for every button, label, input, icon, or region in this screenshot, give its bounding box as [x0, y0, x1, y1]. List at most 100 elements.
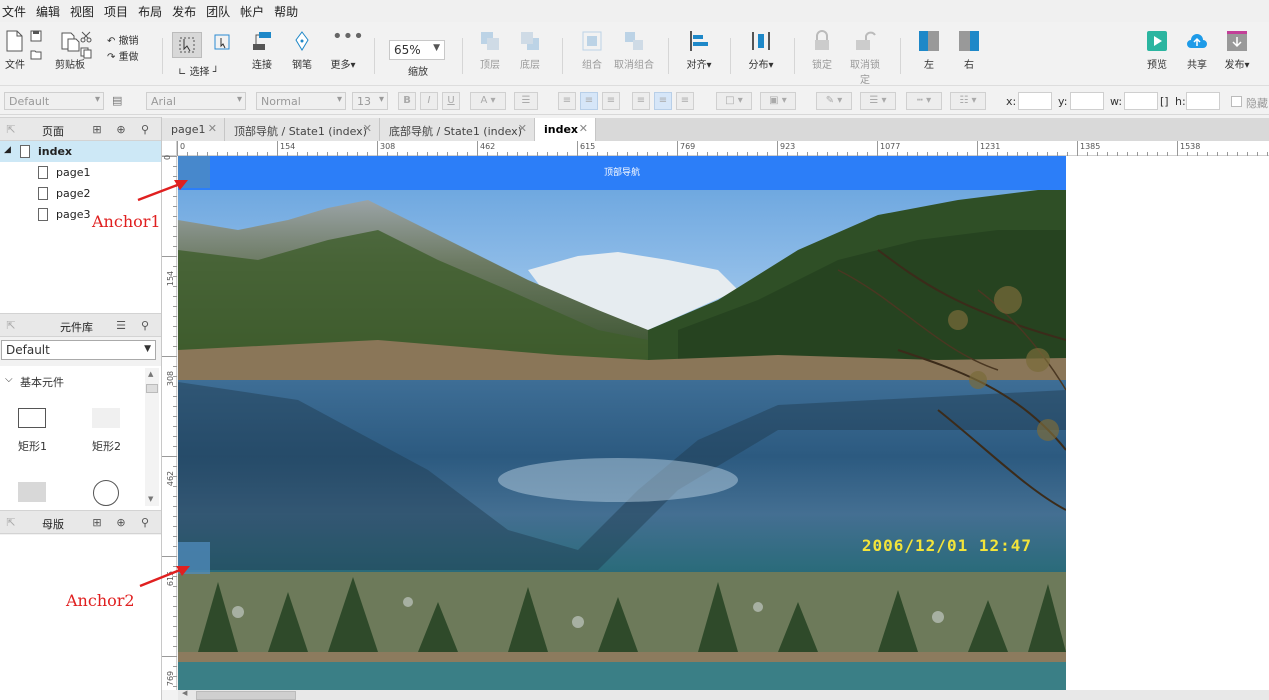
align-right-text-button[interactable]: ≡: [602, 92, 620, 110]
style-select[interactable]: Default: [4, 92, 104, 110]
add-folder-icon[interactable]: ⊕: [114, 123, 128, 137]
top-nav-bar[interactable]: 顶部导航: [178, 156, 1066, 190]
tab-index[interactable]: index ✕: [535, 118, 596, 141]
add-master-icon[interactable]: ⊞: [90, 516, 104, 530]
close-icon[interactable]: ✕: [208, 122, 217, 135]
unlock-button[interactable]: 取消锁定: [846, 30, 884, 86]
menu-publish[interactable]: 发布: [172, 3, 203, 20]
menu-edit[interactable]: 编辑: [36, 3, 67, 20]
w-input[interactable]: [1124, 92, 1158, 110]
menu-help[interactable]: 帮助: [274, 3, 305, 20]
line-width-button[interactable]: ☰ ▾: [860, 92, 896, 110]
connect-button[interactable]: 连接: [250, 30, 274, 71]
scrollbar-thumb[interactable]: [146, 384, 158, 393]
search-icon[interactable]: ⚲: [138, 516, 152, 530]
zoom-select[interactable]: 65% ▼: [389, 40, 445, 60]
shadow-button[interactable]: ▣ ▾: [760, 92, 796, 110]
line-color-button[interactable]: ✎ ▾: [816, 92, 852, 110]
expand-icon[interactable]: ◢: [4, 145, 11, 155]
undo-button[interactable]: ↶ 撤销: [107, 32, 139, 47]
valign-top-button[interactable]: ≡: [632, 92, 650, 110]
redo-button[interactable]: ↷ 重做: [107, 48, 139, 63]
tab-top-nav-state1[interactable]: 顶部导航 / State1 (index) ✕: [225, 118, 380, 141]
bullet-list-button[interactable]: ☰: [514, 92, 538, 110]
tab-bottom-nav-state1[interactable]: 底部导航 / State1 (index) ✕: [380, 118, 535, 141]
fill-color-button[interactable]: □ ▾: [716, 92, 752, 110]
close-icon[interactable]: ✕: [363, 122, 372, 135]
close-icon[interactable]: ✕: [518, 122, 527, 135]
y-input[interactable]: [1070, 92, 1104, 110]
bottom-layer-button[interactable]: 底层: [518, 30, 542, 71]
tab-page1[interactable]: page1 ✕: [162, 118, 225, 141]
text-color-button[interactable]: A ▾: [470, 92, 506, 110]
search-icon[interactable]: ⚲: [138, 319, 152, 333]
underline-button[interactable]: U: [442, 92, 460, 110]
pen-button[interactable]: 钢笔: [290, 30, 314, 71]
menu-file[interactable]: 文件: [2, 3, 33, 20]
tree-item-index[interactable]: ◢ index: [0, 141, 161, 162]
lock-button[interactable]: 锁定: [810, 30, 834, 71]
scrollbar-thumb[interactable]: [196, 691, 296, 700]
more-button[interactable]: ••• 更多▾: [328, 28, 363, 72]
collapse-icon[interactable]: ⇱: [4, 123, 18, 137]
select-intersect-button[interactable]: [172, 32, 202, 58]
distribute-button[interactable]: 分布▾: [746, 30, 776, 71]
italic-button[interactable]: I: [420, 92, 438, 110]
weight-select[interactable]: Normal: [256, 92, 346, 110]
select-contain-button[interactable]: [212, 32, 234, 56]
align-center-text-button[interactable]: ≡: [580, 92, 598, 110]
x-input[interactable]: [1018, 92, 1052, 110]
menu-project[interactable]: 项目: [104, 3, 135, 20]
valign-bottom-button[interactable]: ≡: [676, 92, 694, 110]
horizontal-ruler[interactable]: 0 154 308 462 615 769 923 1077 1231 1385…: [177, 141, 1269, 156]
left-panel-button[interactable]: 左: [918, 30, 940, 71]
scroll-down-icon[interactable]: ▼: [148, 495, 153, 503]
valign-middle-button[interactable]: ≡: [654, 92, 672, 110]
style-edit-icon[interactable]: ▤: [112, 94, 122, 107]
save-icons[interactable]: [30, 30, 44, 63]
forest-photo[interactable]: [178, 572, 1066, 690]
canvas-horizontal-scrollbar[interactable]: ◀: [178, 689, 1269, 700]
add-folder-icon[interactable]: ⊕: [114, 516, 128, 530]
ungroup-button[interactable]: 取消组合: [614, 30, 654, 71]
bold-button[interactable]: B: [398, 92, 416, 110]
menu-team[interactable]: 团队: [206, 3, 237, 20]
close-icon[interactable]: ✕: [579, 122, 588, 135]
placeholder-widget[interactable]: [18, 482, 46, 502]
library-scrollbar[interactable]: ▲ ▼: [145, 368, 159, 506]
h-input[interactable]: [1186, 92, 1220, 110]
add-page-icon[interactable]: ⊞: [90, 123, 104, 137]
arrow-style-button[interactable]: ☷ ▾: [950, 92, 986, 110]
hidden-checkbox[interactable]: [1231, 96, 1242, 107]
vertical-ruler[interactable]: 0 154 308 462 615 769: [162, 155, 177, 690]
scroll-up-icon[interactable]: ▲: [148, 370, 153, 378]
collapse-icon[interactable]: ⇱: [4, 319, 18, 333]
design-canvas[interactable]: 顶部导航 2006/12/01 12:47: [178, 156, 1269, 690]
scroll-left-icon[interactable]: ◀: [182, 689, 187, 697]
share-button[interactable]: 共享: [1184, 30, 1210, 71]
group-button[interactable]: 组合: [580, 30, 604, 71]
preview-button[interactable]: 预览: [1144, 30, 1170, 71]
font-select[interactable]: Arial: [146, 92, 246, 110]
cut-icon[interactable]: [80, 31, 92, 43]
line-style-button[interactable]: ┅ ▾: [906, 92, 942, 110]
chevron-down-icon[interactable]: ⌵: [5, 374, 13, 385]
publish-button[interactable]: 发布▾: [1222, 30, 1252, 71]
rectangle1-widget[interactable]: [18, 408, 46, 428]
copy-icon[interactable]: [80, 47, 92, 59]
rectangle2-widget[interactable]: [92, 408, 120, 428]
menu-view[interactable]: 视图: [70, 3, 101, 20]
lake-photo[interactable]: 2006/12/01 12:47: [178, 190, 1066, 572]
ellipse-widget[interactable]: [93, 480, 119, 506]
constrain-icon[interactable]: []: [1160, 95, 1169, 108]
menu-icon[interactable]: ☰: [114, 319, 128, 333]
menu-account[interactable]: 帐户: [240, 3, 271, 20]
top-layer-button[interactable]: 顶层: [478, 30, 502, 71]
size-select[interactable]: 13: [352, 92, 388, 110]
file-button[interactable]: 文件: [4, 30, 26, 71]
align-button[interactable]: 对齐▾: [684, 30, 714, 71]
search-icon[interactable]: ⚲: [138, 123, 152, 137]
collapse-icon[interactable]: ⇱: [4, 516, 18, 530]
align-left-text-button[interactable]: ≡: [558, 92, 576, 110]
library-select[interactable]: Default ▼: [1, 340, 156, 360]
